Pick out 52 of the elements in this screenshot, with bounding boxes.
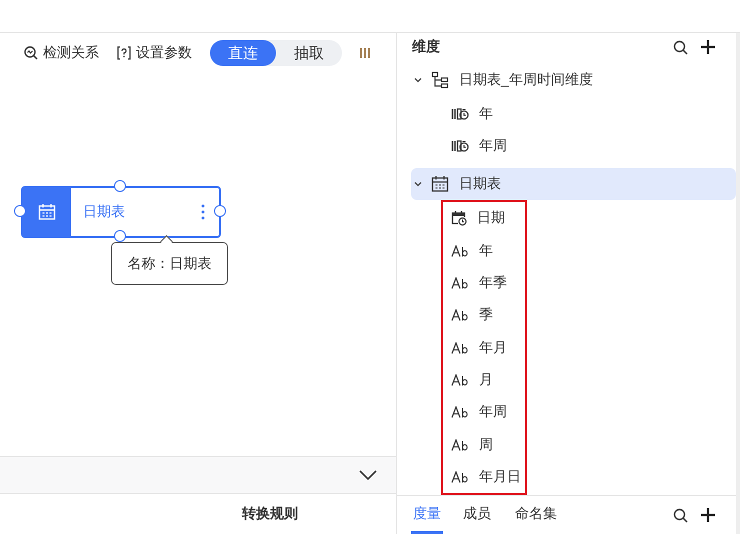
tree-item[interactable]: 年周: [451, 130, 525, 162]
tree-item[interactable]: 日期表_年周时间维度: [411, 64, 736, 96]
table-node[interactable]: 日期表: [21, 186, 221, 238]
text-type-icon: [451, 470, 469, 483]
tree-item[interactable]: 季: [451, 299, 525, 332]
text-type-icon: [451, 342, 469, 354]
text-type-icon: [451, 309, 469, 322]
calendar-icon: [38, 203, 56, 221]
tree-item[interactable]: 年月日: [451, 460, 525, 493]
search-icon[interactable]: [673, 40, 688, 55]
tooltip-text: 名称：日期表: [128, 254, 212, 272]
mode-tab[interactable]: 抽取: [276, 40, 342, 66]
connection-handle[interactable]: [14, 205, 26, 217]
panel-title: 维度: [412, 38, 440, 56]
tree-item[interactable]: 年月: [451, 332, 525, 364]
text-type-icon: [451, 406, 469, 418]
node-label: 日期表: [83, 203, 126, 221]
panel-tab[interactable]: 度量: [411, 496, 443, 534]
add-icon[interactable]: [700, 507, 716, 523]
hierarchy-icon: [431, 70, 449, 89]
level-icon: [451, 139, 469, 154]
connection-handle[interactable]: [214, 205, 226, 217]
mode-tab[interactable]: 直连: [210, 40, 276, 66]
tree-item[interactable]: 日期: [451, 202, 525, 235]
connection-handle[interactable]: [114, 180, 126, 192]
tree-item[interactable]: 周: [451, 428, 525, 461]
panel-tab[interactable]: 转换规则: [242, 505, 298, 523]
panel-tab[interactable]: 命名集: [515, 496, 571, 534]
tree-item[interactable]: 年周: [451, 396, 525, 428]
toolbar-button[interactable]: 检测关系: [24, 44, 99, 62]
toolbar-button[interactable]: 设置参数: [117, 44, 192, 62]
connection-handle[interactable]: [114, 230, 126, 242]
chevron-icon[interactable]: [358, 469, 378, 481]
calendar-icon: [431, 175, 449, 194]
detect-icon: [24, 46, 38, 60]
tree-item[interactable]: 月: [451, 364, 525, 396]
add-icon[interactable]: [700, 39, 716, 56]
text-type-icon: [451, 244, 469, 257]
tree-item[interactable]: 日期表: [411, 168, 736, 200]
bracket-question-icon: [117, 46, 131, 60]
text-type-icon: [451, 374, 469, 386]
tree-item[interactable]: 年: [451, 98, 525, 130]
level-icon: [451, 106, 469, 121]
text-type-icon: [451, 438, 469, 451]
text-type-icon: [451, 277, 469, 290]
search-icon[interactable]: [673, 508, 688, 522]
calendar-clock-icon: [451, 210, 467, 226]
tree-item[interactable]: 年: [451, 234, 525, 267]
columns-icon[interactable]: [360, 47, 370, 59]
more-icon[interactable]: [201, 204, 205, 220]
panel-tab[interactable]: 成员: [463, 496, 505, 534]
tree-item[interactable]: 年季: [451, 266, 525, 300]
